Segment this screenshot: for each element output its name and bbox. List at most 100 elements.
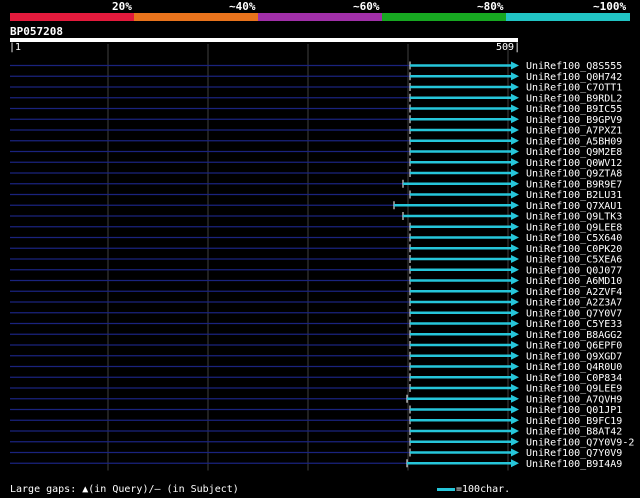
- hit-row[interactable]: UniRef100_Q0WV12: [10, 158, 622, 169]
- arrow-head-icon: [511, 437, 519, 446]
- arrow-head-icon: [511, 115, 519, 124]
- hit-row[interactable]: UniRef100_Q0H742: [10, 72, 622, 83]
- hit-label[interactable]: UniRef100_Q0H742: [526, 72, 622, 83]
- gaps-legend: Large gaps: ▲(in Query)/— (in Subject): [10, 484, 239, 495]
- hit-row[interactable]: UniRef100_A2ZVF4: [10, 287, 622, 298]
- hit-row[interactable]: UniRef100_C0P834: [10, 373, 622, 384]
- hit-label[interactable]: UniRef100_C7OTT1: [526, 83, 622, 94]
- hit-label[interactable]: UniRef100_A5BH09: [526, 136, 622, 147]
- arrow-head-icon: [511, 330, 519, 339]
- hit-label[interactable]: UniRef100_C5YE33: [526, 319, 622, 330]
- hit-row[interactable]: UniRef100_Q9LTK3: [10, 212, 622, 223]
- hit-row[interactable]: UniRef100_Q9M2E8: [10, 147, 622, 158]
- hit-row[interactable]: UniRef100_Q7Y0V9-2: [10, 437, 634, 448]
- hit-label[interactable]: UniRef100_B9IC55: [526, 104, 622, 115]
- hit-label[interactable]: UniRef100_B8AT42: [526, 427, 622, 438]
- arrow-head-icon: [511, 222, 519, 231]
- scale-legend: =100char.: [437, 483, 510, 496]
- hit-row[interactable]: UniRef100_A5BH09: [10, 136, 622, 147]
- arrow-head-icon: [511, 373, 519, 382]
- hit-label[interactable]: UniRef100_Q6EPF0: [526, 341, 622, 352]
- arrow-head-icon: [511, 416, 519, 425]
- hit-label[interactable]: UniRef100_A2ZVF4: [526, 287, 622, 298]
- hit-row[interactable]: UniRef100_Q01JP1: [10, 405, 622, 416]
- hit-row[interactable]: UniRef100_B9IC55: [10, 104, 622, 115]
- hit-row[interactable]: UniRef100_C5XEA6: [10, 255, 622, 266]
- hit-row[interactable]: UniRef100_C7OTT1: [10, 83, 622, 94]
- hit-row[interactable]: UniRef100_B2LU31: [10, 190, 622, 201]
- hit-row[interactable]: UniRef100_C5YE33: [10, 319, 622, 330]
- arrow-head-icon: [511, 427, 519, 435]
- arrow-head-icon: [511, 72, 519, 81]
- hit-label[interactable]: UniRef100_Q9LTK3: [526, 212, 622, 223]
- arrow-head-icon: [511, 298, 519, 306]
- hit-label[interactable]: UniRef100_Q9ZTA8: [526, 169, 622, 180]
- hit-row[interactable]: UniRef100_Q4R0U0: [10, 362, 622, 373]
- hit-label[interactable]: UniRef100_Q0WV12: [526, 158, 622, 169]
- hit-label[interactable]: UniRef100_B9RDL2: [526, 93, 622, 104]
- hit-row[interactable]: UniRef100_C5X640: [10, 233, 622, 244]
- hit-row[interactable]: UniRef100_A6MD10: [10, 276, 622, 287]
- hit-label[interactable]: UniRef100_C0P834: [526, 373, 622, 384]
- hit-label[interactable]: UniRef100_A7QVH9: [526, 394, 622, 405]
- hit-row[interactable]: UniRef100_B9GPV9: [10, 115, 622, 126]
- arrow-head-icon: [511, 233, 519, 242]
- arrow-head-icon: [511, 179, 519, 188]
- hit-label[interactable]: UniRef100_Q7Y0V9: [526, 448, 622, 459]
- hit-row[interactable]: UniRef100_Q9ZTA8: [10, 169, 622, 180]
- hit-label[interactable]: UniRef100_C5X640: [526, 233, 622, 244]
- legend-bar-icon: [437, 487, 455, 491]
- arrow-head-icon: [511, 448, 519, 457]
- hit-label[interactable]: UniRef100_B8AGG2: [526, 330, 622, 341]
- arrow-head-icon: [511, 341, 519, 349]
- arrow-head-icon: [511, 459, 519, 468]
- hit-row[interactable]: UniRef100_A7QVH9: [10, 394, 622, 405]
- hit-row[interactable]: UniRef100_B9R9E7: [10, 179, 622, 190]
- hit-label[interactable]: UniRef100_A2Z3A7: [526, 298, 622, 309]
- hit-label[interactable]: UniRef100_A7PXZ1: [526, 126, 622, 137]
- arrow-head-icon: [511, 265, 519, 274]
- hit-label[interactable]: UniRef100_A6MD10: [526, 276, 622, 287]
- hit-label[interactable]: UniRef100_Q9XGD7: [526, 351, 622, 362]
- hit-label[interactable]: UniRef100_B9GPV9: [526, 115, 622, 126]
- hit-row[interactable]: UniRef100_C0PK20: [10, 244, 622, 255]
- hit-label[interactable]: UniRef100_B2LU31: [526, 190, 622, 201]
- arrow-head-icon: [511, 394, 519, 403]
- hit-label[interactable]: UniRef100_Q7Y0V9-2: [526, 437, 634, 448]
- hit-row[interactable]: UniRef100_Q0J077: [10, 265, 622, 276]
- hit-label[interactable]: UniRef100_B9R9E7: [526, 179, 622, 190]
- hit-row[interactable]: UniRef100_B8AGG2: [10, 330, 622, 341]
- hit-label[interactable]: UniRef100_B9FC19: [526, 416, 622, 427]
- hit-label[interactable]: UniRef100_Q9LEE9: [526, 384, 622, 395]
- hit-label[interactable]: UniRef100_Q01JP1: [526, 405, 622, 416]
- hit-label[interactable]: UniRef100_Q8S555: [526, 61, 622, 72]
- hit-row[interactable]: UniRef100_A2Z3A7: [10, 298, 622, 309]
- hit-label[interactable]: UniRef100_Q0J077: [526, 265, 622, 276]
- hit-label[interactable]: UniRef100_C5XEA6: [526, 255, 622, 266]
- hit-row[interactable]: UniRef100_B9FC19: [10, 416, 622, 427]
- hit-row[interactable]: UniRef100_Q7Y0V9: [10, 448, 622, 459]
- hit-row[interactable]: UniRef100_Q7Y0V7: [10, 308, 622, 319]
- hit-row[interactable]: UniRef100_Q9LEE9: [10, 384, 622, 395]
- arrow-head-icon: [511, 158, 519, 167]
- hit-row[interactable]: UniRef100_Q8S555: [10, 61, 622, 72]
- arrow-head-icon: [511, 405, 519, 414]
- hit-label[interactable]: UniRef100_Q9M2E8: [526, 147, 622, 158]
- hit-row[interactable]: UniRef100_Q9LEE8: [10, 222, 622, 233]
- hit-row[interactable]: UniRef100_Q6EPF0: [10, 341, 622, 352]
- arrow-head-icon: [511, 147, 519, 156]
- hit-row[interactable]: UniRef100_B8AT42: [10, 427, 622, 438]
- hit-label[interactable]: UniRef100_Q7XAU1: [526, 201, 622, 212]
- hit-row[interactable]: UniRef100_Q7XAU1: [10, 201, 622, 212]
- hit-label[interactable]: UniRef100_Q4R0U0: [526, 362, 622, 373]
- arrow-head-icon: [511, 104, 519, 113]
- hit-label[interactable]: UniRef100_B9I4A9: [526, 459, 622, 470]
- hit-row[interactable]: UniRef100_Q9XGD7: [10, 351, 622, 362]
- hit-label[interactable]: UniRef100_Q9LEE8: [526, 222, 622, 233]
- hit-label[interactable]: UniRef100_C0PK20: [526, 244, 622, 255]
- hit-row[interactable]: UniRef100_A7PXZ1: [10, 126, 622, 137]
- hit-label[interactable]: UniRef100_Q7Y0V7: [526, 308, 622, 319]
- arrow-head-icon: [511, 126, 519, 134]
- hit-row[interactable]: UniRef100_B9I4A9: [10, 459, 622, 470]
- hit-row[interactable]: UniRef100_B9RDL2: [10, 93, 622, 104]
